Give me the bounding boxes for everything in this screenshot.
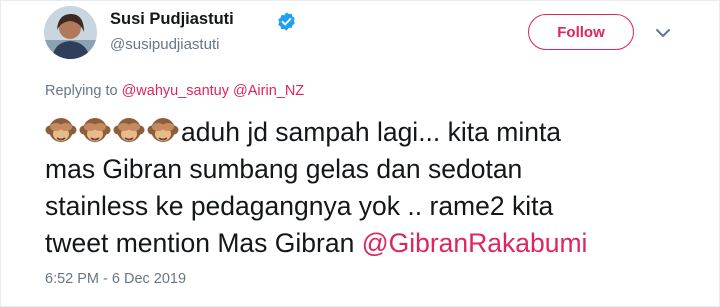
timestamp[interactable]: 6:52 PM - 6 Dec 2019 xyxy=(45,271,186,287)
tweet-text-line: aduh jd sampah lagi... kita minta xyxy=(181,117,562,147)
chevron-down-icon[interactable] xyxy=(655,27,671,39)
user-handle[interactable]: @susipudjiastuti xyxy=(110,36,219,53)
tweet-card: Susi Pudjiastuti @susipudjiastuti Follow… xyxy=(0,0,720,307)
tweet-text-line: stainless ke pedagangnya yok .. rame2 ki… xyxy=(45,191,554,221)
see-no-evil-monkey-icon xyxy=(45,118,77,142)
reply-mention-link[interactable]: @wahyu_santuy xyxy=(122,83,229,99)
mention-link[interactable]: @GibranRakabumi xyxy=(362,228,588,258)
follow-button[interactable]: Follow xyxy=(528,14,634,50)
reply-context: Replying to @wahyu_santuy @Airin_NZ xyxy=(45,83,304,99)
verified-badge-icon xyxy=(278,12,295,31)
see-no-evil-monkey-icon xyxy=(113,118,145,142)
display-name[interactable]: Susi Pudjiastuti xyxy=(110,10,234,29)
see-no-evil-monkey-icon xyxy=(79,118,111,142)
reply-mention-link[interactable]: @Airin_NZ xyxy=(233,83,304,99)
avatar[interactable] xyxy=(44,6,97,59)
tweet-text-line: tweet mention Mas Gibran xyxy=(45,228,355,258)
tweet-text: aduh jd sampah lagi... kita minta mas Gi… xyxy=(45,114,695,262)
tweet-text-line: mas Gibran sumbang gelas dan sedotan xyxy=(45,154,523,184)
reply-prefix: Replying to xyxy=(45,83,118,99)
see-no-evil-monkey-icon xyxy=(147,118,179,142)
